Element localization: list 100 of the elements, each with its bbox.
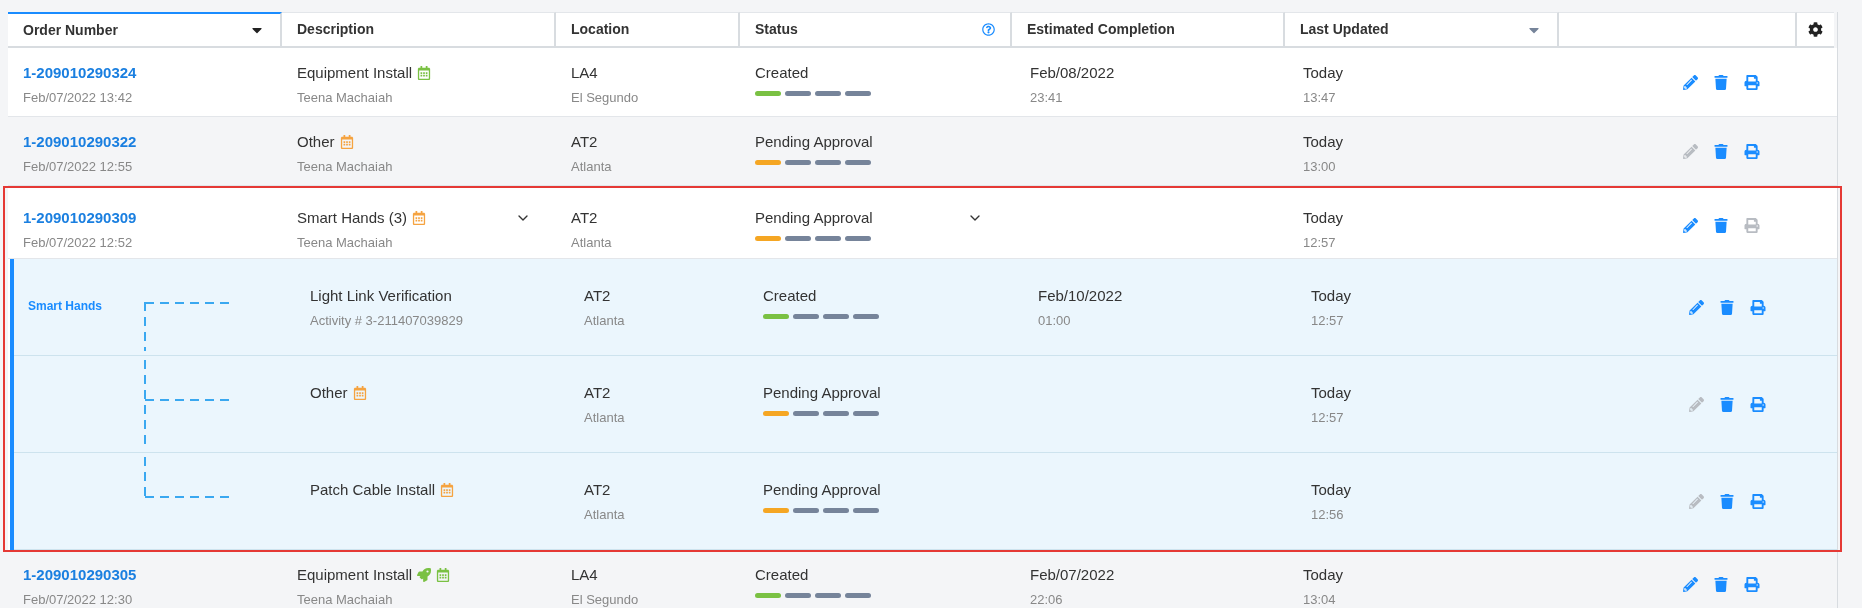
delete-icon[interactable] [1720, 396, 1734, 412]
description-text: Smart Hands (3) [297, 208, 408, 228]
order-number-link[interactable]: 1-209010290324 [23, 62, 267, 85]
location-code: LA4 [571, 565, 599, 585]
column-header[interactable]: Order Number [8, 12, 282, 48]
progress-segment [793, 313, 819, 319]
updated-day: Today [1311, 285, 1547, 308]
estimated-date: Feb/07/2022 [1030, 565, 1116, 585]
estimated-time: 01:00 [1038, 311, 1072, 330]
delete-icon[interactable] [1720, 493, 1734, 509]
order-number-link[interactable]: 1-209010290309 [23, 207, 267, 230]
status-text: Pending Approval [763, 383, 881, 403]
progress-segment [823, 313, 849, 319]
delete-icon[interactable] [1714, 74, 1728, 90]
print-icon[interactable] [1744, 576, 1760, 592]
order-created-date: Feb/07/2022 12:55 [23, 157, 134, 176]
column-header[interactable]: Status [740, 12, 1012, 48]
location-code: AT2 [571, 208, 599, 228]
location-city: Atlanta [571, 233, 613, 252]
progress-segment [793, 507, 819, 513]
edit-icon[interactable] [1683, 143, 1698, 159]
updated-time: 13:00 [1303, 157, 1337, 176]
order-created-date: Feb/07/2022 12:52 [23, 233, 134, 252]
updated-day: Today [1303, 564, 1541, 587]
column-header[interactable]: Estimated Completion [1012, 12, 1285, 48]
progress-segment [785, 235, 811, 241]
progress-segment [785, 159, 811, 165]
status-text: Created [755, 565, 809, 585]
help-icon[interactable] [982, 23, 995, 36]
updated-day: Today [1303, 62, 1541, 85]
progress-segment [815, 90, 841, 96]
description-text: Patch Cable Install [310, 480, 436, 500]
status-text: Pending Approval [763, 480, 881, 500]
estimated-date: Feb/08/2022 [1030, 63, 1116, 83]
progress-segment [815, 592, 841, 598]
print-icon[interactable] [1750, 493, 1766, 509]
column-header[interactable]: Last Updated [1285, 12, 1559, 48]
order-number-link[interactable]: 1-209010290305 [23, 564, 267, 587]
updated-time: 13:04 [1303, 590, 1337, 608]
progress-segment [793, 410, 819, 416]
edit-icon[interactable] [1683, 74, 1698, 90]
progress-segment [823, 410, 849, 416]
progress-segment [785, 90, 811, 96]
print-icon[interactable] [1750, 396, 1766, 412]
settings-button[interactable] [1797, 12, 1834, 48]
order-row[interactable]: 1-209010290305 Feb/07/2022 12:30 Equipment Install Teena Machaiah LA4 El Segundo Created Feb/07/2022 22:06 Today 13:04 [8, 550, 1837, 608]
progress-segment [785, 592, 811, 598]
progress-segment [853, 313, 879, 319]
status-text: Created [763, 286, 817, 306]
updated-day: Today [1303, 131, 1541, 154]
order-number-link[interactable]: 1-209010290322 [23, 131, 267, 154]
edit-icon[interactable] [1689, 299, 1704, 315]
person-name: Teena Machaiah [297, 157, 394, 176]
delete-icon[interactable] [1714, 576, 1728, 592]
updated-day: Today [1311, 479, 1547, 502]
status-text: Pending Approval [755, 132, 873, 152]
estimated-date: Feb/10/2022 [1038, 286, 1124, 306]
edit-icon[interactable] [1683, 576, 1698, 592]
delete-icon[interactable] [1714, 143, 1728, 159]
edit-icon[interactable] [1683, 218, 1698, 233]
location-city: Atlanta [571, 157, 613, 176]
delete-icon[interactable] [1714, 218, 1728, 233]
column-header[interactable]: Location [556, 12, 740, 48]
updated-time: 12:57 [1311, 408, 1345, 427]
progress-segment [823, 507, 849, 513]
column-header[interactable]: Description [282, 12, 556, 48]
edit-icon[interactable] [1689, 396, 1704, 412]
person-name: Teena Machaiah [297, 88, 394, 107]
updated-time: 12:57 [1311, 311, 1345, 330]
location-code: LA4 [571, 63, 599, 83]
updated-day: Today [1311, 382, 1547, 405]
location-city: Atlanta [584, 505, 626, 524]
location-code: AT2 [584, 286, 612, 306]
progress-segment [845, 159, 871, 165]
description-text: Other [297, 132, 335, 152]
estimated-time: 23:41 [1030, 88, 1064, 107]
estimated-time: 22:06 [1030, 590, 1064, 608]
status-text: Pending Approval [755, 208, 873, 228]
order-row[interactable]: 1-209010290322 Feb/07/2022 12:55 Other Teena Machaiah AT2 Atlanta Pending Approval Today 13:00 [8, 117, 1837, 186]
progress-segment [845, 235, 871, 241]
location-city: El Segundo [571, 88, 640, 107]
updated-time: 12:57 [1303, 233, 1337, 252]
status-text: Created [755, 63, 809, 83]
print-icon[interactable] [1744, 74, 1760, 90]
location-city: El Segundo [571, 590, 640, 608]
edit-icon[interactable] [1689, 493, 1704, 509]
progress-segment [815, 159, 841, 165]
updated-time: 12:56 [1311, 505, 1345, 524]
settings-icon [1808, 22, 1823, 37]
delete-icon[interactable] [1720, 299, 1734, 315]
location-code: AT2 [584, 383, 612, 403]
person-name: Teena Machaiah [297, 590, 394, 608]
location-code: AT2 [584, 480, 612, 500]
progress-segment [815, 235, 841, 241]
print-icon[interactable] [1744, 218, 1760, 233]
progress-segment [845, 90, 871, 96]
print-icon[interactable] [1744, 143, 1760, 159]
progress-segment [853, 507, 879, 513]
print-icon[interactable] [1750, 299, 1766, 315]
description-text: Equipment Install [297, 565, 413, 585]
